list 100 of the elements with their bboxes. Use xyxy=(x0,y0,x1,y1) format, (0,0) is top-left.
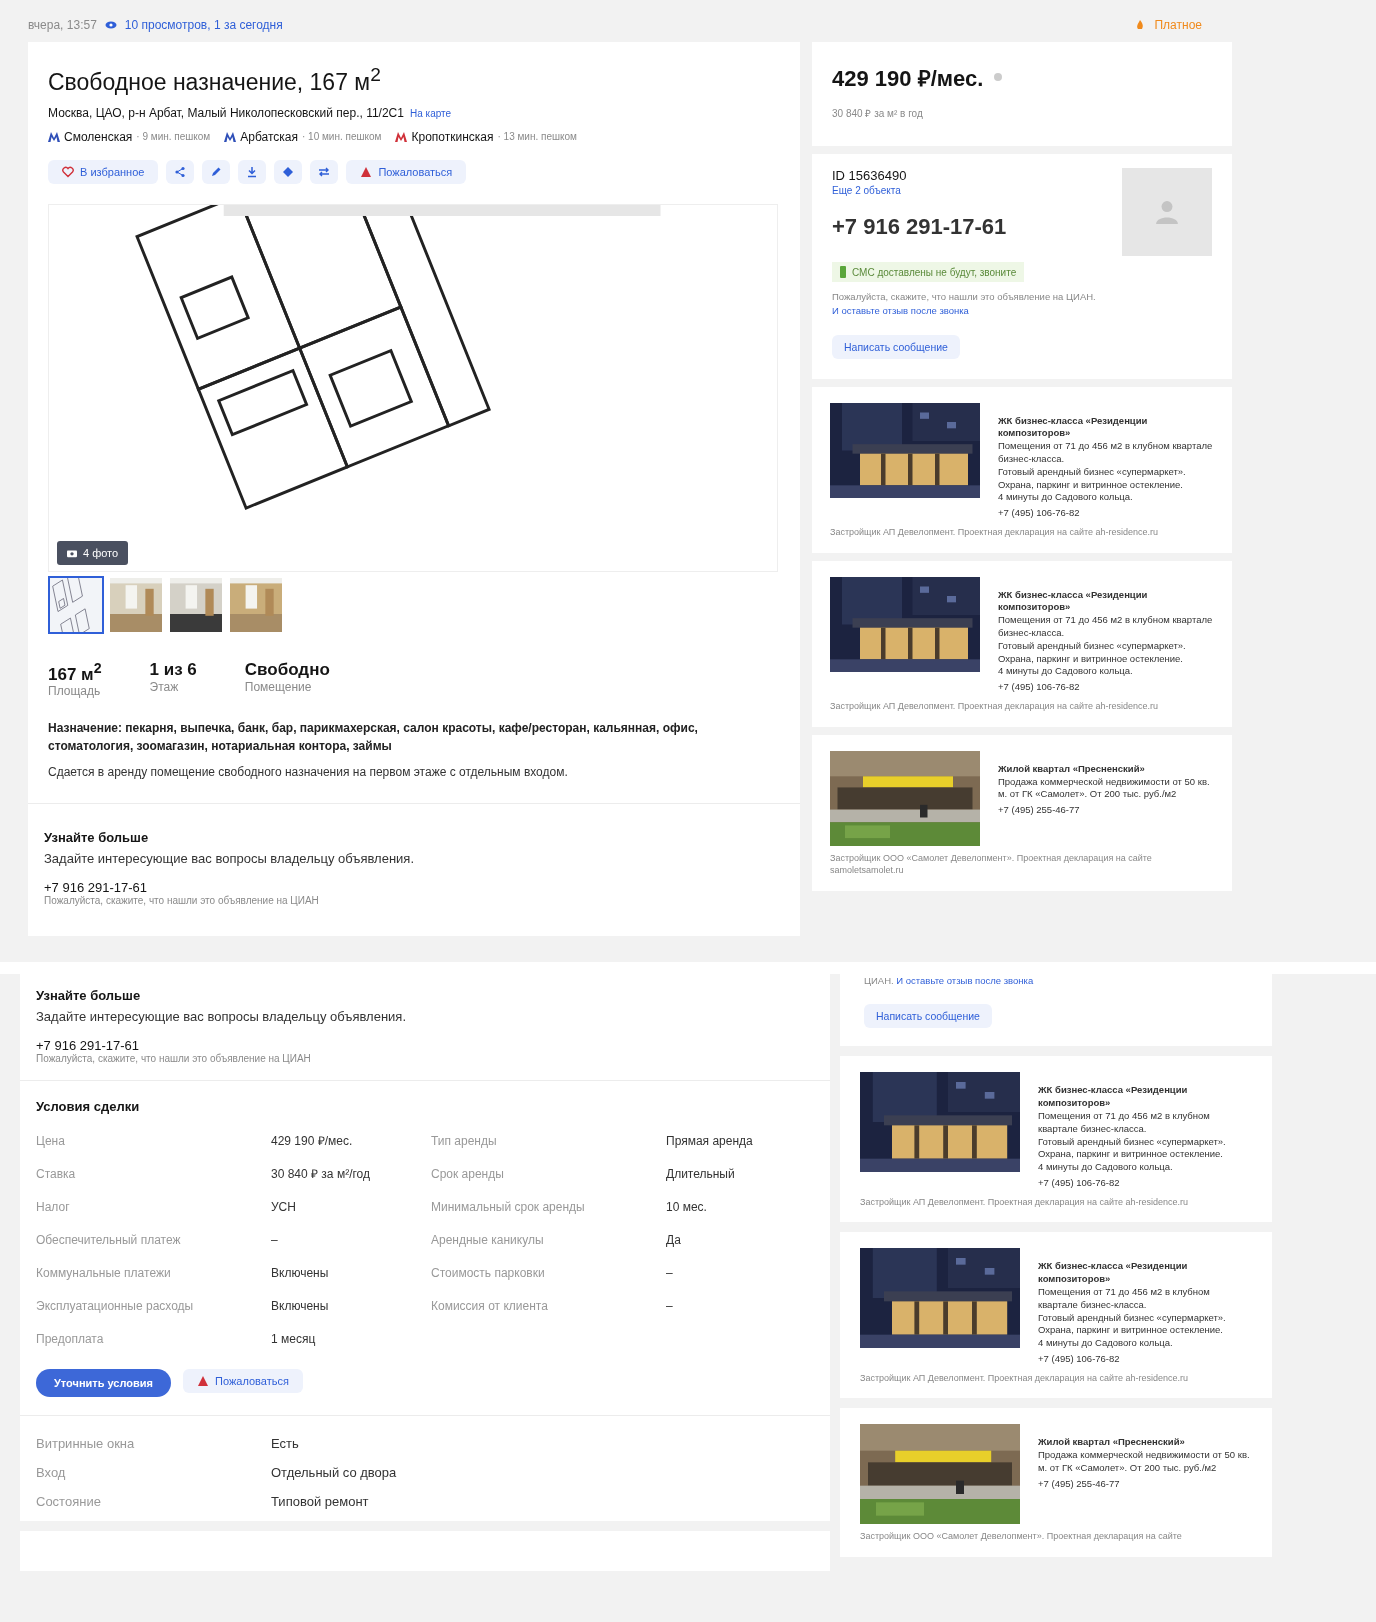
walk-time: · 9 мин. пешком xyxy=(136,131,211,143)
complain-button[interactable]: Пожаловаться xyxy=(183,1369,303,1393)
stat-label: Помещение xyxy=(244,679,313,694)
download-button[interactable] xyxy=(238,159,267,184)
stat-value: 1 из 6 xyxy=(149,659,197,680)
complain-button[interactable]: Пожаловаться xyxy=(346,159,467,184)
map-link[interactable]: На карте xyxy=(409,107,452,119)
stat-label: Этаж xyxy=(149,679,180,694)
ad-text: 4 минуты до Садового кольца. xyxy=(1038,1161,1174,1174)
ad-card[interactable] xyxy=(812,386,1232,553)
ad-text: Готовый арендный бизнес «супермаркет». Охрана, паркинг и витринное остекление. xyxy=(1038,1135,1227,1162)
term-label: Эксплуатационные расходы xyxy=(36,1298,195,1313)
price-value: 429 190 ₽/мес. xyxy=(832,65,984,92)
more-objects-link[interactable]: Еще 2 объекта xyxy=(832,185,1007,196)
photo-thumbnail[interactable] xyxy=(108,575,164,634)
seller-id: ID 15636490 xyxy=(832,168,908,183)
phone-number: +7 916 291-17-61 xyxy=(832,214,1007,240)
ad-text: Готовый арендный бизнес «супермаркет». Охрана, паркинг и витринное остекление. xyxy=(998,465,1187,492)
diamond-icon xyxy=(282,165,295,178)
ad-text: 4 минуты до Садового кольца. xyxy=(1038,1337,1174,1351)
eye-icon xyxy=(104,19,117,31)
ad-card[interactable] xyxy=(840,1056,1272,1223)
ad-title: ЖК бизнес-класса «Резиденции композиторов» xyxy=(1038,1084,1189,1110)
term-value: Да xyxy=(666,1232,681,1247)
detail-value: Отдельный со двора xyxy=(271,1465,397,1480)
ad-card[interactable] xyxy=(840,1232,1272,1399)
stat-label: Площадь xyxy=(48,684,102,699)
term-label: Цена xyxy=(36,1133,66,1148)
clarify-button[interactable]: Уточнить условия xyxy=(36,1369,171,1397)
edit-button[interactable] xyxy=(202,159,231,184)
stat-value: Свободно xyxy=(244,659,330,680)
walk-time: · 13 мин. пешком xyxy=(497,131,577,143)
section-title: Узнайте больше xyxy=(36,988,142,1003)
ad-footer: Застройщик АП Девелопмент. Проектная декларация на сайте ah-residence.ru xyxy=(830,526,1214,539)
ad-text: Продажа коммерческой недвижимости от 50 кв. м. от ГК «Самолет». От 200 тыс. руб./м2 xyxy=(998,775,1211,802)
share-icon xyxy=(174,165,187,178)
section-title: Узнайте больше xyxy=(44,830,150,846)
photo-thumbnail[interactable] xyxy=(228,575,284,634)
stat-value: 167 м$^{2}$ xyxy=(48,659,102,685)
term-label: Ставка xyxy=(36,1166,77,1181)
paid-label: Платное xyxy=(1154,18,1202,32)
photo-thumbnail[interactable] xyxy=(48,575,104,634)
ad-card[interactable] xyxy=(812,734,1232,891)
review-link[interactable]: И оставьте отзыв после звонка xyxy=(832,305,969,317)
term-value: 1 месяц xyxy=(271,1331,316,1346)
ad-phone: +7 (495) 106-76-82 xyxy=(998,681,1081,695)
ad-text: Помещения от 71 до 456 м2 в клубном квартале бизнес-класса. xyxy=(1038,1109,1211,1136)
ad-phone: +7 (495) 255-46-77 xyxy=(1038,1477,1121,1491)
person-icon xyxy=(1156,200,1178,224)
term-label: Стоимость парковки xyxy=(431,1265,546,1280)
hint-text: Пожалуйста, скажите, что нашли это объявление на ЦИАН. И оставьте отзыв после звонка xyxy=(832,290,1097,319)
walk-time: · 10 мин. пешком xyxy=(302,131,382,143)
term-label: Тип аренды xyxy=(431,1133,498,1148)
purpose-text: Назначение: пекарня, выпечка, банк, бар, парикмахерская, салон красоты, кафе/ресторан, кальянная, офис, стоматология, зоомагазин, нотариальная контора, займы xyxy=(48,720,699,755)
detail-label: Витринные окна xyxy=(36,1436,136,1451)
pencil-icon xyxy=(210,165,223,178)
message-button[interactable]: Написать сообщение xyxy=(864,1004,992,1029)
map-button[interactable] xyxy=(274,159,303,184)
review-link[interactable]: И оставьте отзыв после звонка xyxy=(896,975,1034,986)
share-button[interactable] xyxy=(166,159,195,184)
term-value: 10 мес. xyxy=(666,1199,707,1214)
price-rate: 30 840 ₽ за м² в год xyxy=(832,107,924,120)
ad-title: Жилой квартал «Пресненский» xyxy=(1038,1436,1186,1450)
favorite-button[interactable]: В избранное xyxy=(48,159,159,184)
ad-footer: Застройщик ООО «Самолет Девелопмент». Проектная декларация на сайте xyxy=(860,1530,1252,1544)
ad-title: ЖК бизнес-класса «Резиденции композиторов» xyxy=(998,414,1149,441)
warning-icon xyxy=(197,1375,209,1387)
ad-footer: Застройщик АП Девелопмент. Проектная декларация на сайте ah-residence.ru xyxy=(860,1195,1252,1209)
learn-more-text: Задайте интересующие вас вопросы владельцу объявления. xyxy=(36,1009,407,1024)
learn-more-text: Задайте интересующие вас вопросы владельцу объявления. xyxy=(44,851,415,867)
metro-station[interactable]: Смоленская xyxy=(64,129,133,144)
ad-card[interactable] xyxy=(812,560,1232,727)
hint-text: Пожалуйста, скажите, что нашли это объявление на ЦИАН xyxy=(44,895,320,907)
ad-phone: +7 (495) 255-46-77 xyxy=(998,804,1081,817)
term-label: Налог xyxy=(36,1199,71,1214)
detail-label: Вход xyxy=(36,1465,67,1480)
ad-title: ЖК бизнес-класса «Резиденции композиторов» xyxy=(1038,1260,1189,1286)
term-label: Обеспечительный платеж xyxy=(36,1232,182,1247)
message-button[interactable]: Написать сообщение xyxy=(832,334,960,359)
term-label: Срок аренды xyxy=(431,1166,505,1181)
term-value: Прямая аренда xyxy=(666,1133,753,1148)
photo-thumbnail[interactable] xyxy=(168,575,224,634)
term-label: Арендные каникулы xyxy=(431,1232,545,1247)
metro-station[interactable]: Арбатская xyxy=(240,129,298,144)
sms-notice: СМС доставлены не будут, звоните xyxy=(832,262,1025,282)
term-value: Включены xyxy=(271,1265,329,1280)
term-value: – xyxy=(666,1298,673,1313)
download-icon xyxy=(246,165,259,178)
views-link[interactable]: 10 просмотров, 1 за сегодня xyxy=(124,18,283,32)
ad-text: 4 минуты до Садового кольца. xyxy=(998,491,1134,505)
photo-count-badge[interactable]: 4 фото xyxy=(57,540,129,565)
ad-title: ЖК бизнес-класса «Резиденции композиторов» xyxy=(998,588,1149,615)
ad-text: Помещения от 71 до 456 м2 в клубном квартале бизнес-класса. xyxy=(1038,1285,1211,1312)
ad-card[interactable]: Жилой квартал «Пресненский» Продажа коммерческой недвижимости от 50 кв. м. от ГК «Самолет». От 200 тыс. руб./м2 +7 (495) 255-46-77 Застройщик ООО «Самолет Девелопмент». Проектная декларация на сайте xyxy=(840,1408,1272,1558)
ad-phone: +7 (495) 106-76-82 xyxy=(1038,1176,1121,1190)
metro-station[interactable]: Кропоткинская xyxy=(411,129,494,144)
term-value: Включены xyxy=(271,1298,329,1313)
ad-text: Помещения от 71 до 456 м2 в клубном квартале бизнес-класса. xyxy=(998,440,1214,466)
term-label: Комиссия от клиента xyxy=(431,1298,549,1313)
compare-button[interactable] xyxy=(310,159,339,184)
